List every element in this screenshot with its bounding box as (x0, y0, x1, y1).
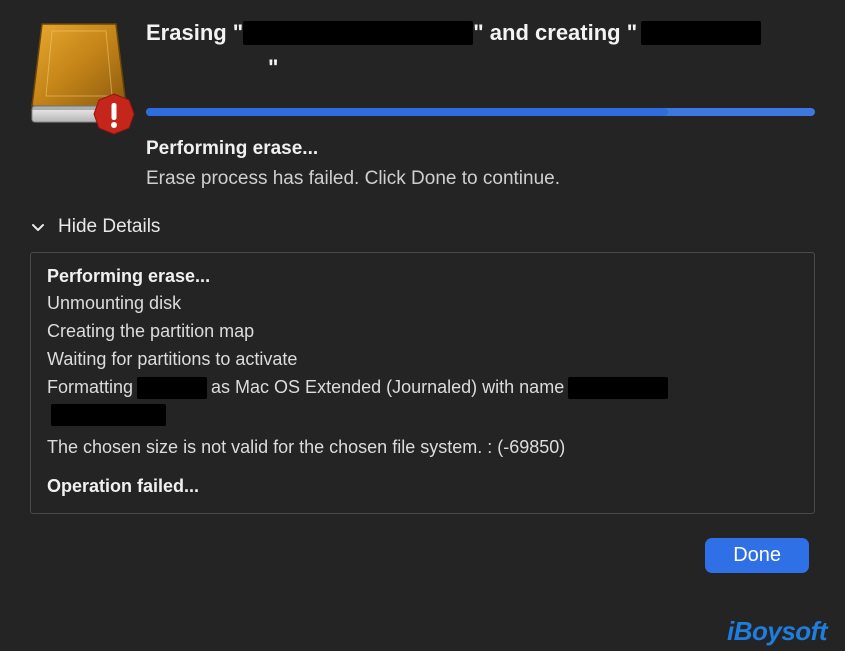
fmt-prefix: Formatting (47, 374, 133, 402)
log-line-heading: Performing erase... (47, 263, 798, 291)
redacted-volume-name (568, 377, 668, 399)
log-line-formatting: Formatting as Mac OS Extended (Journaled… (47, 374, 798, 402)
dialog-title-line1: Erasing " " and creating " (146, 18, 815, 49)
redacted-continuation (51, 404, 166, 426)
redacted-source-name (243, 21, 473, 45)
done-button[interactable]: Done (705, 538, 809, 573)
erase-dialog: Erasing " " and creating " " Performing … (0, 0, 845, 591)
redacted-disk-id (137, 377, 207, 399)
log-line: Unmounting disk (47, 290, 798, 318)
redacted-target-name-part1 (641, 21, 761, 45)
status-heading: Performing erase... (146, 138, 815, 160)
status-subtext: Erase process has failed. Click Done to … (146, 168, 815, 190)
fmt-mid: as Mac OS Extended (Journaled) with name (211, 374, 564, 402)
watermark: iBoysoft (727, 616, 827, 647)
button-row: Done (30, 538, 815, 573)
progress-bar (146, 108, 815, 116)
title-prefix: Erasing " (146, 18, 243, 49)
details-toggle-label: Hide Details (58, 216, 160, 238)
alert-icon (92, 92, 136, 136)
details-log: Performing erase... Unmounting disk Crea… (30, 252, 815, 514)
header-row: Erasing " " and creating " " Performing … (30, 18, 815, 190)
progress-fill (146, 108, 668, 116)
drive-icon (30, 20, 128, 130)
chevron-down-icon (30, 219, 46, 235)
log-line-opfail: Operation failed... (47, 476, 798, 497)
log-line-error: The chosen size is not valid for the cho… (47, 434, 798, 462)
title-mid: " and creating " (473, 18, 637, 49)
log-line: Creating the partition map (47, 318, 798, 346)
dialog-title-line2: " (146, 53, 815, 84)
details-toggle[interactable]: Hide Details (30, 216, 160, 238)
title-suffix: " (268, 53, 278, 84)
log-line-continuation (47, 402, 798, 428)
header-stack: Erasing " " and creating " " Performing … (146, 18, 815, 190)
log-line: Waiting for partitions to activate (47, 346, 798, 374)
